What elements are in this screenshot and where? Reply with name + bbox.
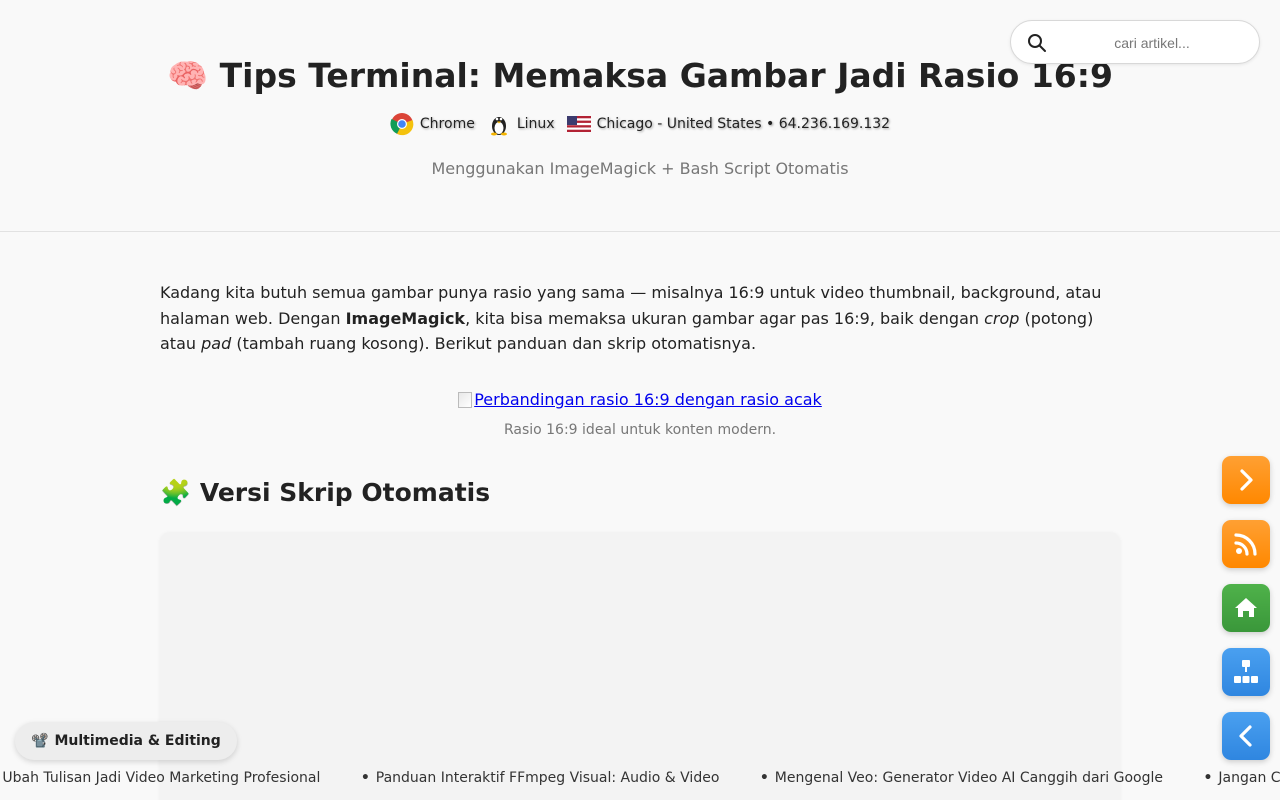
home-button[interactable]: [1222, 584, 1270, 632]
search-box[interactable]: [1010, 20, 1260, 64]
category-badge[interactable]: 📽️ Multimedia & Editing: [15, 722, 237, 760]
chevron-right-icon: [1240, 469, 1253, 491]
figure-image-link[interactable]: Perbandingan rasio 16:9 dengan rasio aca…: [458, 390, 822, 409]
section-heading-text: Versi Skrip Otomatis: [199, 478, 491, 507]
chevron-left-icon: [1239, 725, 1252, 747]
category-label: Multimedia & Editing: [54, 733, 221, 749]
browser-label: Chrome: [419, 116, 475, 132]
figure-caption: Rasio 16:9 ideal untuk konten modern.: [503, 421, 777, 438]
previous-article-button[interactable]: [1222, 712, 1270, 760]
location-info: Chicago - United States • 64.236.169.132: [566, 112, 891, 136]
intro-italic: pad: [201, 334, 232, 353]
page-subtitle: Menggunakan ImageMagick + Bash Script Ot…: [431, 159, 849, 178]
broken-image-icon: [458, 391, 473, 408]
article-body: Kadang kita butuh semua gambar punya ras…: [160, 280, 1120, 507]
ticker-item-label: Mengenal Veo: Generator Video AI Canggih…: [774, 770, 1164, 786]
next-article-button[interactable]: [1222, 456, 1270, 504]
chrome-icon: [390, 112, 414, 136]
rss-button[interactable]: [1222, 520, 1270, 568]
bullet: •: [360, 770, 370, 786]
ticker-item[interactable]: • Jangan Cum: [1203, 770, 1280, 786]
figure-alt-text: Perbandingan rasio 16:9 dengan rasio aca…: [474, 390, 822, 409]
home-icon: [1235, 598, 1257, 617]
code-block: [160, 532, 1120, 800]
search-icon[interactable]: [1027, 33, 1047, 53]
brain-emoji: 🧠: [167, 56, 209, 95]
os-info: Linux: [487, 112, 555, 136]
article-figure: Perbandingan rasio 16:9 dengan rasio aca…: [160, 390, 1120, 438]
ticker-item[interactable]: • Panduan Interaktif FFmpeg Visual: Audio…: [361, 770, 720, 786]
bullet: •: [759, 770, 769, 786]
related-articles-ticker: y.ai: Ubah Tulisan Jadi Video Marketing …: [0, 768, 1280, 790]
projector-emoji: 📽️: [31, 733, 49, 749]
intro-italic: crop: [984, 308, 1020, 328]
ticker-item[interactable]: • Mengenal Veo: Generator Video AI Canggi…: [760, 770, 1163, 786]
location-label: Chicago - United States • 64.236.169.132: [596, 116, 891, 132]
sitemap-icon: [1234, 660, 1258, 683]
search-input[interactable]: [1057, 29, 1247, 57]
rss-icon: [1234, 533, 1257, 556]
visitor-meta: Chrome Linux Chicago - United States • 6…: [0, 112, 1280, 136]
page-title-text: Tips Terminal: Memaksa Gambar Jadi Rasio…: [219, 56, 1113, 95]
ticker-item-label: Jangan Cum: [1218, 770, 1280, 786]
intro-text: , kita bisa memaksa ukuran gambar agar p…: [465, 308, 985, 328]
ticker-track: y.ai: Ubah Tulisan Jadi Video Marketing …: [0, 770, 1280, 786]
intro-text: (tambah ruang kosong). Berikut panduan d…: [231, 334, 757, 353]
ticker-item-label: Panduan Interaktif FFmpeg Visual: Audio …: [375, 770, 720, 786]
intro-bold: ImageMagick: [345, 308, 466, 328]
bullet: •: [1203, 770, 1213, 786]
sitemap-button[interactable]: [1222, 648, 1270, 696]
os-label: Linux: [516, 116, 555, 132]
browser-info: Chrome: [390, 112, 475, 136]
ticker-item-label: y.ai: Ubah Tulisan Jadi Video Marketing …: [0, 770, 321, 786]
puzzle-emoji: 🧩: [160, 478, 192, 507]
ticker-item[interactable]: y.ai: Ubah Tulisan Jadi Video Marketing …: [0, 770, 320, 786]
us-flag-icon: [566, 112, 591, 136]
article-intro: Kadang kita butuh semua gambar punya ras…: [160, 280, 1120, 357]
section-heading: 🧩 Versi Skrip Otomatis: [160, 478, 490, 508]
linux-icon: [487, 112, 511, 136]
